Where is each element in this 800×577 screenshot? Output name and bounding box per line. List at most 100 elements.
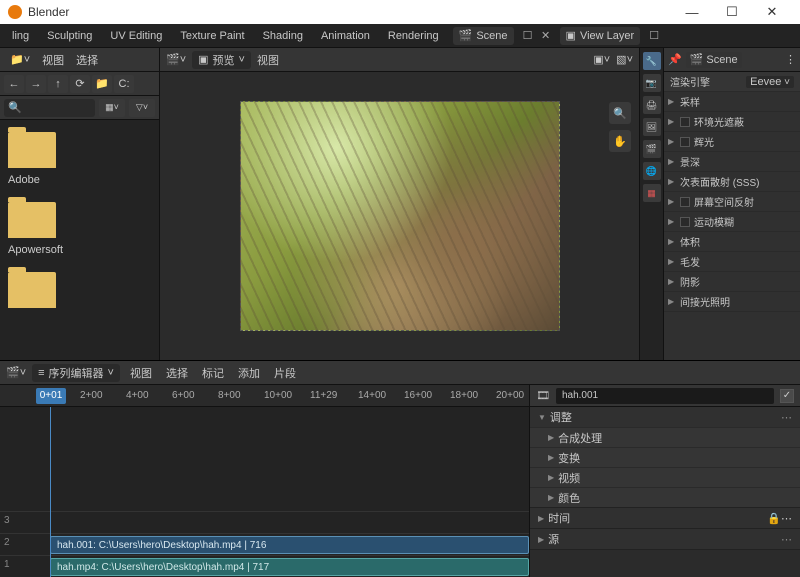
workspace-tab[interactable]: ling [4,25,37,47]
workspace-tab[interactable]: Sculpting [39,25,100,47]
channel-row[interactable]: 3 [0,511,529,533]
tab-scene[interactable]: 🎬 [643,140,661,158]
nav-newfolder-button[interactable]: 📁 [92,75,112,93]
preview-mode-select[interactable]: ▣ 预览 ˅ [192,51,251,69]
lock-icon[interactable]: 🔒⋯ [767,512,792,525]
playhead-line[interactable] [50,407,51,577]
sequencer-mode-select[interactable]: ≡ 序列编辑器 ˅ [32,364,120,382]
vse-menu-select[interactable]: 选择 [162,365,192,381]
close-button[interactable]: ✕ [752,0,792,24]
property-item[interactable]: ▶辉光 [664,132,800,152]
properties-content: 📌 🎬 Scene ⋮ 渲染引擎 Eevee ˅ ▶采样▶环境光遮蔽▶辉光▶景深… [664,48,800,360]
section-item[interactable]: ▶视频 [530,467,800,487]
engine-select[interactable]: Eevee ˅ [746,76,794,88]
editor-type-icon[interactable]: 📁˅ [6,53,34,66]
tab-viewlayer[interactable]: 🖼 [643,118,661,136]
pin-icon[interactable]: 📌 [668,53,682,66]
vse-menu-add[interactable]: 添加 [234,365,264,381]
video-strip[interactable]: hah.001: C:\Users\hero\Desktop\hah.mp4 |… [50,536,529,554]
property-item[interactable]: ▶间接光照明 [664,292,800,312]
property-item[interactable]: ▶毛发 [664,252,800,272]
search-input[interactable]: 🔍 [4,99,95,117]
property-item[interactable]: ▶次表面散射 (SSS) [664,172,800,192]
property-checkbox[interactable] [680,117,690,127]
filebrowser-menu-select[interactable]: 选择 [72,52,102,68]
section-header[interactable]: ▼调整⋯ [530,407,800,427]
filebrowser-menu-view[interactable]: 视图 [38,52,68,68]
gizmo-toggle-icon[interactable]: ▧˅ [616,53,633,66]
nav-refresh-button[interactable]: ⟳ [70,75,90,93]
property-item[interactable]: ▶屏幕空间反射 [664,192,800,212]
tab-output[interactable]: 📷 [643,74,661,92]
section-item[interactable]: ▶颜色 [530,487,800,507]
section-header[interactable]: ▶时间🔒⋯ [530,508,800,528]
folder-item[interactable]: Apowersoft [8,202,151,256]
strip-name-input[interactable]: hah.001 [556,388,774,404]
channel-row[interactable]: 2 hah.001: C:\Users\hero\Desktop\hah.mp4… [0,533,529,555]
camera-icon: 📷 [646,78,657,89]
nav-back-button[interactable]: ← [4,75,24,93]
video-strip[interactable]: hah.mp4: C:\Users\hero\Desktop\hah.mp4 |… [50,558,529,576]
workspace-tab[interactable]: UV Editing [102,25,170,47]
sequencer-main: 0+01 2+00 4+00 6+00 8+00 10+00 11+29 14+… [0,385,800,577]
section-item[interactable]: ▶变换 [530,447,800,467]
preview-menu-view[interactable]: 视图 [257,52,279,68]
property-checkbox[interactable] [680,197,690,207]
property-item[interactable]: ▶环境光遮蔽 [664,112,800,132]
tab-print[interactable]: 🖨 [643,96,661,114]
workspace-tab[interactable]: Texture Paint [172,25,252,47]
vse-menu-view[interactable]: 视图 [126,365,156,381]
property-checkbox[interactable] [680,137,690,147]
preview-viewport[interactable]: 🔍 ✋ [160,72,639,360]
folder-icon [8,132,56,168]
filebrowser-filter: 🔍 ▦˅ ▽˅ [0,96,159,120]
scene-datablock[interactable]: 🎬 Scene [686,52,742,68]
maximize-button[interactable]: ☐ [712,0,752,24]
pan-icon[interactable]: ✋ [609,130,631,152]
vse-menu-strip[interactable]: 片段 [270,365,300,381]
property-checkbox[interactable] [680,217,690,227]
properties-panel: 🔧 📷 🖨 🖼 🎬 🌐 ▦ 📌 🎬 Scene ⋮ 渲染引擎 Eevee ˅ ▶… [640,48,800,360]
options-icon[interactable]: ⋮ [785,53,796,66]
filter-button[interactable]: ▽˅ [129,99,155,117]
property-item[interactable]: ▶景深 [664,152,800,172]
section-header[interactable]: ▶源⋯ [530,529,800,549]
minimize-button[interactable]: — [672,0,712,24]
tab-texture[interactable]: ▦ [643,184,661,202]
zoom-icon[interactable]: 🔍 [609,102,631,124]
section-item[interactable]: ▶合成处理 [530,427,800,447]
tab-render[interactable]: 🔧 [643,52,661,70]
ruler-tick: 14+00 [358,390,386,401]
timeline-tracks[interactable]: 3 2 hah.001: C:\Users\hero\Desktop\hah.m… [0,407,529,577]
editor-type-icon[interactable]: 🎬˅ [6,366,26,379]
workspace-tab[interactable]: Animation [313,25,378,47]
property-item[interactable]: ▶采样 [664,92,800,112]
nav-up-button[interactable]: ↑ [48,75,68,93]
property-item[interactable]: ▶阴影 [664,272,800,292]
path-input-button[interactable]: C: [114,75,134,93]
folder-item[interactable] [8,272,151,308]
channel-row[interactable]: 1 hah.mp4: C:\Users\hero\Desktop\hah.mp4… [0,555,529,577]
timeline-ruler[interactable]: 0+01 2+00 4+00 6+00 8+00 10+00 11+29 14+… [0,385,529,407]
filebrowser-content[interactable]: Adobe Apowersoft [0,120,159,360]
editor-type-icon[interactable]: 🎬˅ [166,53,186,66]
viewlayer-selector[interactable]: ▣ View Layer [560,27,641,45]
playhead-indicator[interactable]: 0+01 [36,388,66,404]
folder-item[interactable]: Adobe [8,132,151,186]
new-viewlayer-button[interactable]: ☐ [646,28,662,44]
delete-scene-button[interactable]: ✕ [538,28,554,44]
overlay-toggle-icon[interactable]: ▣˅ [593,53,610,66]
vse-menu-mark[interactable]: 标记 [198,365,228,381]
scene-selector[interactable]: 🎬 Scene [453,27,514,45]
ruler-tick: 4+00 [126,390,149,401]
timeline[interactable]: 0+01 2+00 4+00 6+00 8+00 10+00 11+29 14+… [0,385,530,577]
workspace-tab[interactable]: Rendering [380,25,447,47]
display-mode-button[interactable]: ▦˅ [99,99,125,117]
property-item[interactable]: ▶体积 [664,232,800,252]
workspace-tab[interactable]: Shading [255,25,311,47]
property-item[interactable]: ▶运动模糊 [664,212,800,232]
new-scene-button[interactable]: ☐ [520,28,536,44]
tab-world[interactable]: 🌐 [643,162,661,180]
strip-enable-checkbox[interactable]: ✓ [780,389,794,403]
nav-forward-button[interactable]: → [26,75,46,93]
